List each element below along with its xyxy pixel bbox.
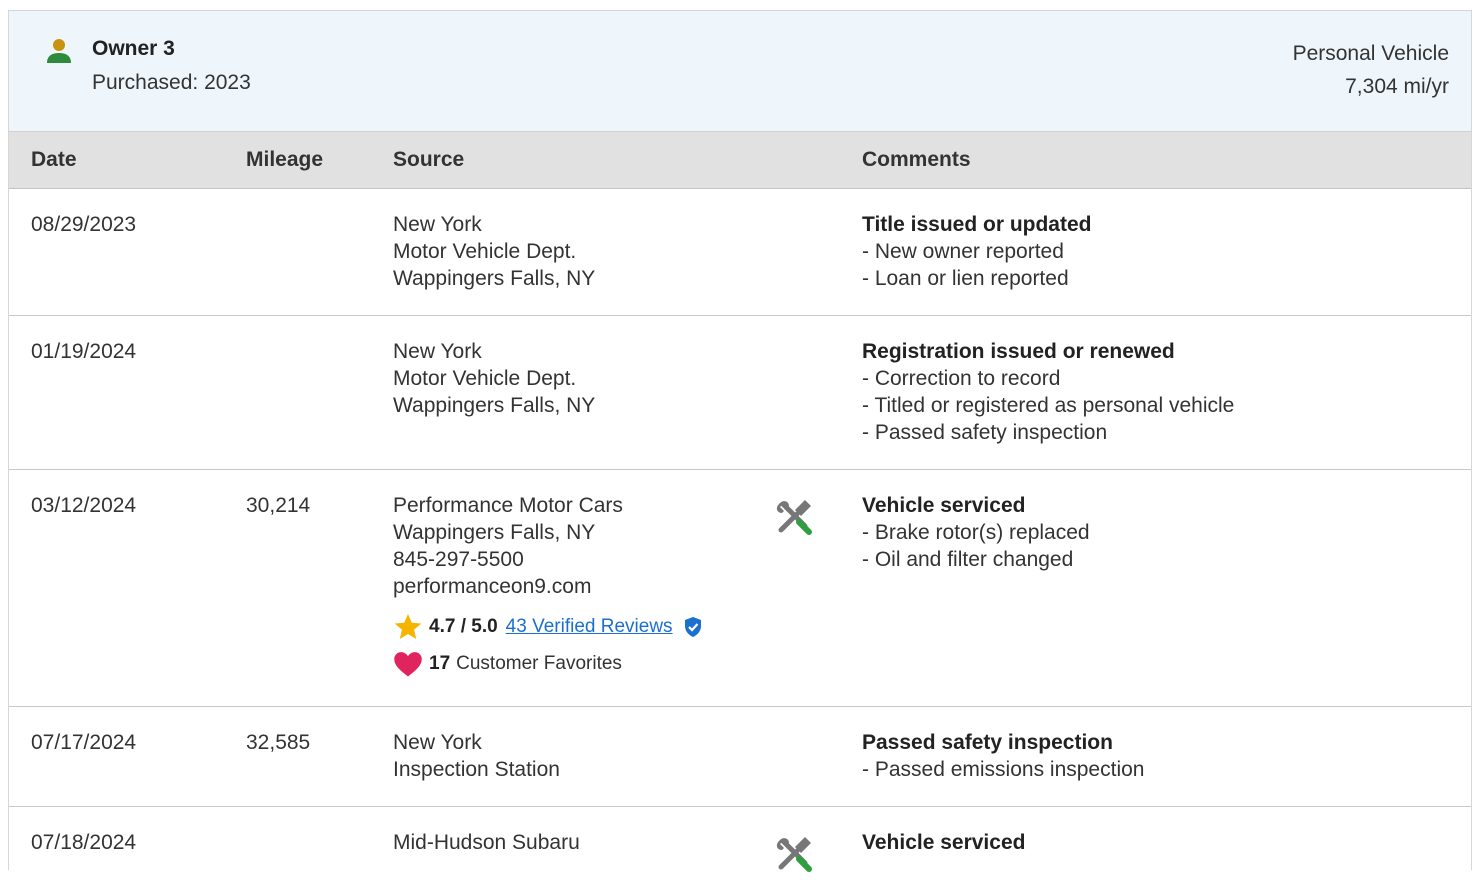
row-date: 08/29/2023	[31, 213, 137, 236]
comment-item: New owner reported	[862, 238, 1091, 265]
row-mileage: 32,585	[246, 731, 311, 754]
rating-score: 4.7 / 5.0	[429, 616, 498, 637]
source-line: Motor Vehicle Dept.	[393, 367, 577, 390]
column-header-comments: Comments	[862, 148, 971, 171]
row-comments: Registration issued or renewed Correctio…	[862, 338, 1234, 446]
row-source: Mid-Hudson Subaru	[393, 829, 580, 856]
comment-item: Brake rotor(s) replaced	[862, 519, 1090, 546]
history-row: 07/18/2024 Mid-Hudson Subaru Vehicle ser…	[9, 807, 1471, 887]
verified-shield-icon	[684, 617, 701, 637]
comment-item: Loan or lien reported	[862, 265, 1091, 292]
owner-usage-summary: Personal Vehicle 7,304 mi/yr	[1293, 37, 1449, 103]
comment-item: Correction to record	[862, 365, 1234, 392]
source-line: Wappingers Falls, NY	[393, 394, 596, 417]
column-header-source: Source	[393, 148, 465, 171]
star-icon	[394, 613, 422, 639]
comment-item: Passed emissions inspection	[862, 756, 1145, 783]
column-header-date: Date	[31, 148, 77, 171]
row-comments: Title issued or updated New owner report…	[862, 211, 1091, 292]
source-name: Mid-Hudson Subaru	[393, 831, 580, 854]
row-mileage: 30,214	[246, 494, 311, 517]
row-source: New York Motor Vehicle Dept. Wappingers …	[393, 338, 595, 419]
row-date: 07/18/2024	[31, 831, 137, 854]
row-date: 07/17/2024	[31, 731, 137, 754]
history-table-header: Date Mileage Source Comments	[9, 132, 1471, 189]
owner-header: Owner 3 Purchased: 2023 Personal Vehicle…	[9, 11, 1471, 132]
row-comments: Passed safety inspection Passed emission…	[862, 729, 1144, 783]
service-tools-icon	[776, 500, 812, 535]
row-comments: Vehicle serviced	[862, 829, 1025, 856]
source-line: Motor Vehicle Dept.	[393, 240, 577, 263]
verified-reviews-link[interactable]: 43 Verified Reviews	[506, 614, 673, 640]
source-phone: 845-297-5500	[393, 548, 524, 571]
dealer-rating: 4.7 / 5.0 43 Verified Reviews	[393, 612, 703, 642]
source-website: performanceon9.com	[393, 575, 592, 598]
favorites-label: Customer Favorites	[456, 653, 622, 674]
row-date: 03/12/2024	[31, 494, 137, 517]
comment-title: Vehicle serviced	[862, 494, 1026, 517]
row-source: Performance Motor Cars Wappingers Falls,…	[393, 492, 703, 678]
person-icon	[47, 39, 71, 63]
source-name: Performance Motor Cars	[393, 494, 623, 517]
comment-item: Oil and filter changed	[862, 546, 1090, 573]
history-row: 01/19/2024 New York Motor Vehicle Dept. …	[9, 316, 1471, 470]
comment-title: Vehicle serviced	[862, 831, 1026, 854]
history-row: 07/17/2024 32,585 New York Inspection St…	[9, 707, 1471, 807]
comment-item: Titled or registered as personal vehicle	[862, 392, 1234, 419]
comment-title: Registration issued or renewed	[862, 340, 1175, 363]
heart-icon	[394, 652, 422, 677]
comment-item: Passed safety inspection	[862, 419, 1234, 446]
vehicle-usage: Personal Vehicle	[1292, 42, 1449, 65]
source-line: Wappingers Falls, NY	[393, 267, 596, 290]
row-source: New York Inspection Station	[393, 729, 560, 783]
owner-purchased: Purchased: 2023	[92, 71, 251, 94]
row-date: 01/19/2024	[31, 340, 137, 363]
owner-title: Owner 3	[92, 37, 175, 60]
row-source: New York Motor Vehicle Dept. Wappingers …	[393, 211, 595, 292]
row-comments: Vehicle serviced Brake rotor(s) replaced…	[862, 492, 1090, 573]
source-line: Wappingers Falls, NY	[393, 521, 596, 544]
history-row: 03/12/2024 30,214 Performance Motor Cars…	[9, 470, 1471, 707]
history-row: 08/29/2023 New York Motor Vehicle Dept. …	[9, 189, 1471, 316]
comment-title: Passed safety inspection	[862, 731, 1113, 754]
customer-favorites: 17 Customer Favorites	[393, 650, 703, 678]
source-line: New York	[393, 340, 482, 363]
miles-per-year: 7,304 mi/yr	[1345, 75, 1449, 98]
source-line: Inspection Station	[393, 758, 560, 781]
favorites-count: 17	[429, 653, 451, 674]
source-line: New York	[393, 731, 482, 754]
owner-history-card: Owner 3 Purchased: 2023 Personal Vehicle…	[8, 10, 1472, 872]
service-tools-icon	[776, 837, 812, 872]
source-line: New York	[393, 213, 482, 236]
comment-title: Title issued or updated	[862, 213, 1092, 236]
column-header-mileage: Mileage	[246, 148, 324, 171]
